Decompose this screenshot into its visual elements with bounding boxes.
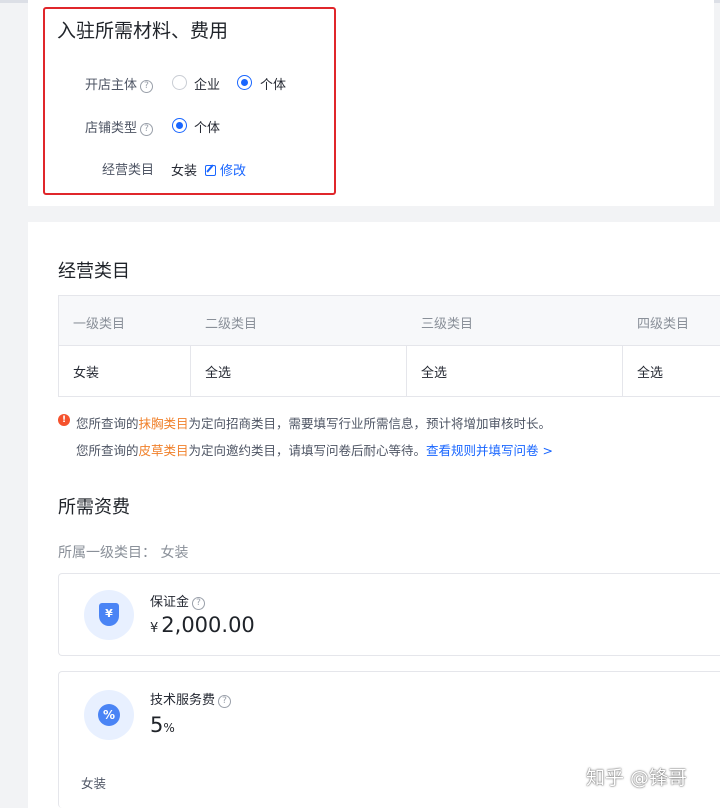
header-level4: 四级类目 (637, 317, 690, 332)
percent-icon: % (98, 704, 120, 726)
notice-line-2: 您所查询的皮草类目为定向邀约类目，请填写问卷后耐心等待。查看规则并填写问卷 > (76, 440, 553, 459)
category-table: 一级类目 二级类目 三级类目 四级类目 女装 全选 全选 全选 (58, 295, 720, 397)
service-fee-label-text: 技术服务费 (150, 693, 216, 708)
business-category-value: 女装 (171, 164, 198, 179)
radio-store-type-label: 个体 (194, 121, 221, 136)
cell-level2[interactable]: 全选 (205, 362, 231, 381)
header-level1: 一级类目 (73, 317, 126, 332)
service-fee-icon-bg: % (84, 690, 134, 740)
service-fee-amount: 5 (150, 713, 164, 737)
edit-label: 修改 (220, 164, 247, 179)
radio-store-type-individual[interactable] (172, 118, 187, 133)
radio-enterprise-label: 企业 (194, 78, 221, 93)
questionnaire-link[interactable]: 查看规则并填写问卷 > (426, 443, 553, 458)
header-level2: 二级类目 (205, 317, 258, 332)
deposit-label: 保证金? (150, 591, 206, 610)
notice-1-prefix: 您所查询的 (76, 416, 139, 431)
deposit-label-text: 保证金 (150, 595, 190, 610)
category-table-header: 一级类目 二级类目 三级类目 四级类目 (59, 296, 720, 346)
divider (190, 346, 191, 397)
store-subject-label-text: 开店主体 (85, 78, 138, 93)
fees-subtitle: 所属一级类目： 女装 (58, 545, 189, 561)
radio-individual[interactable] (237, 75, 252, 90)
fees-title: 所需资费 (58, 497, 130, 518)
help-icon[interactable]: ? (140, 80, 154, 93)
cell-level1: 女装 (73, 366, 100, 381)
deposit-value: ¥2,000.00 (150, 613, 255, 637)
service-fee-unit: % (163, 721, 175, 735)
cell-level3[interactable]: 全选 (421, 362, 447, 381)
watermark: 知乎 @锋哥 (586, 767, 688, 789)
edit-icon (205, 165, 216, 176)
edit-category-link[interactable]: 修改 (205, 160, 246, 179)
categories-title: 经营类目 (58, 261, 130, 282)
store-type-label-text: 店铺类型 (85, 121, 138, 136)
notice-2-highlight: 皮草类目 (138, 443, 189, 458)
notice-line-1: 您所查询的抹胸类目为定向招商类目，需要填写行业所需信息，预计将增加审核时长。 (76, 413, 551, 432)
radio-individual-label: 个体 (260, 78, 287, 93)
notice-2-prefix: 您所查询的 (76, 443, 139, 458)
help-icon[interactable]: ? (192, 597, 206, 610)
service-fee-value: 5% (150, 713, 175, 737)
notice-1-highlight: 抹胸类目 (138, 416, 189, 431)
deposit-amount: 2,000.00 (161, 613, 255, 637)
divider (622, 346, 623, 397)
warning-icon: ! (58, 414, 70, 426)
service-fee-label: 技术服务费? (150, 689, 232, 708)
store-type-label: 店铺类型? (85, 117, 154, 136)
header-level3: 三级类目 (421, 317, 474, 332)
notice-2-suffix: 为定向邀约类目，请填写问卷后耐心等待。 (188, 443, 427, 458)
shield-icon: ¥ (99, 603, 119, 626)
business-category-label: 经营类目 (102, 163, 155, 178)
cell-level4[interactable]: 全选 (637, 362, 663, 381)
deposit-icon-bg: ¥ (84, 590, 134, 640)
help-icon[interactable]: ? (140, 123, 154, 136)
help-icon[interactable]: ? (218, 695, 232, 708)
deposit-currency: ¥ (150, 621, 159, 636)
service-fee-category: 女装 (81, 776, 107, 791)
entry-title: 入驻所需材料、费用 (57, 20, 229, 42)
radio-enterprise[interactable] (172, 75, 187, 90)
divider (406, 346, 407, 397)
notice-1-suffix: 为定向招商类目，需要填写行业所需信息，预计将增加审核时长。 (188, 416, 552, 431)
store-subject-label: 开店主体? (85, 74, 154, 93)
